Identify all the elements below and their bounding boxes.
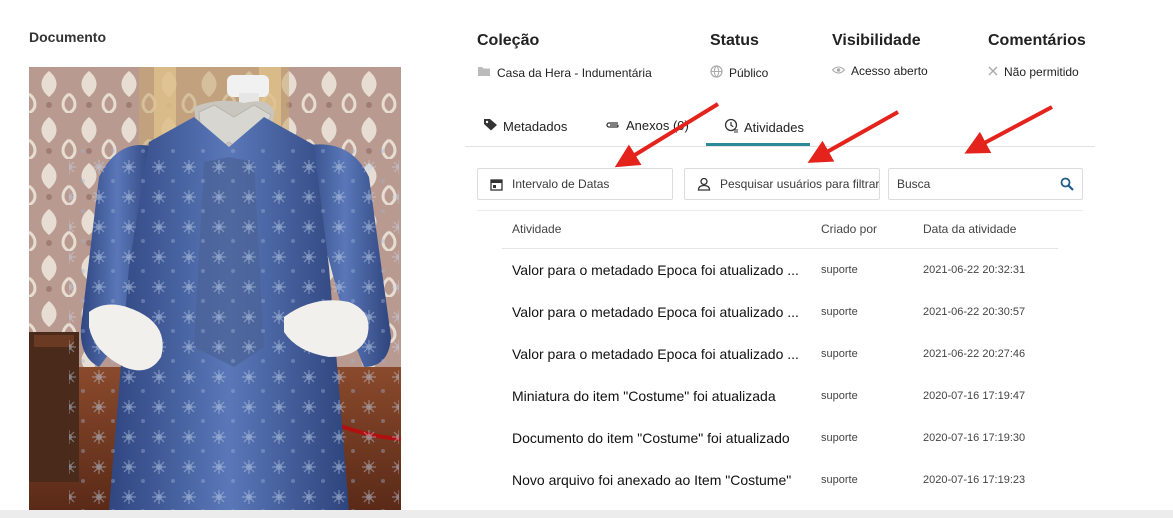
document-image[interactable] bbox=[29, 67, 401, 510]
tab-atividades[interactable]: Atividades bbox=[724, 118, 804, 136]
created-by-cell: suporte bbox=[821, 264, 858, 276]
user-search-input[interactable] bbox=[720, 177, 879, 191]
created-by-cell: suporte bbox=[821, 348, 858, 360]
collection-label: Coleção bbox=[477, 32, 540, 49]
table-row[interactable]: Valor para o metadado Epoca foi atualiza… bbox=[502, 262, 1058, 304]
status-meta: Status Público bbox=[710, 32, 768, 81]
status-label: Status bbox=[710, 32, 759, 49]
col-header-date: Data da atividade bbox=[923, 222, 1017, 236]
date-cell: 2020-07-16 17:19:30 bbox=[923, 432, 1026, 444]
created-by-cell: suporte bbox=[821, 306, 858, 318]
comments-meta: Comentários Não permitido bbox=[988, 32, 1086, 79]
tab-anexos-label: Anexos (0) bbox=[626, 118, 689, 133]
paperclip-icon bbox=[605, 118, 621, 133]
col-header-created-by: Criado por bbox=[821, 222, 878, 236]
tab-metadados[interactable]: Metadados bbox=[483, 118, 567, 134]
activity-cell: Valor para o metadado Epoca foi atualiza… bbox=[512, 262, 799, 278]
date-cell: 2020-07-16 17:19:23 bbox=[923, 474, 1026, 486]
visibility-meta: Visibilidade Acesso aberto bbox=[831, 32, 928, 78]
table-row[interactable]: Novo arquivo foi anexado ao Item "Costum… bbox=[502, 472, 1058, 514]
created-by-cell: suporte bbox=[821, 474, 858, 486]
date-cell: 2021-06-22 20:27:46 bbox=[923, 348, 1026, 360]
history-icon bbox=[724, 118, 739, 136]
user-filter-field[interactable] bbox=[684, 168, 880, 200]
visibility-value: Acesso aberto bbox=[851, 64, 928, 78]
tag-icon bbox=[483, 118, 498, 134]
search-input[interactable] bbox=[897, 177, 1054, 191]
document-title: Documento bbox=[29, 29, 106, 45]
date-cell: 2021-06-22 20:30:57 bbox=[923, 306, 1026, 318]
bottom-scrollbar[interactable] bbox=[0, 510, 1173, 518]
status-value: Público bbox=[729, 66, 769, 80]
comments-label: Comentários bbox=[988, 32, 1086, 49]
tab-anexos[interactable]: Anexos (0) bbox=[605, 118, 689, 133]
tab-atividades-label: Atividades bbox=[744, 119, 804, 135]
search-field[interactable] bbox=[888, 168, 1083, 200]
date-cell: 2021-06-22 20:32:31 bbox=[923, 264, 1026, 276]
collection-value[interactable]: Casa da Hera - Indumentária bbox=[497, 66, 652, 80]
activity-cell: Valor para o metadado Epoca foi atualiza… bbox=[512, 304, 799, 320]
activity-cell: Novo arquivo foi anexado ao Item "Costum… bbox=[512, 472, 792, 488]
activity-cell: Documento do item "Costume" foi atualiza… bbox=[512, 430, 790, 446]
date-range-label: Intervalo de Datas bbox=[512, 177, 610, 191]
filters-divider bbox=[477, 210, 1083, 211]
collection-meta: Coleção Casa da Hera - Indumentária bbox=[477, 32, 652, 80]
user-icon bbox=[697, 177, 711, 191]
date-range-picker[interactable]: Intervalo de Datas bbox=[477, 168, 673, 200]
table-row[interactable]: Valor para o metadado Epoca foi atualiza… bbox=[502, 346, 1058, 388]
tab-metadados-label: Metadados bbox=[503, 118, 568, 134]
globe-icon bbox=[710, 65, 723, 81]
table-row[interactable]: Miniatura do item "Costume" foi atualiza… bbox=[502, 388, 1058, 430]
activity-cell: Miniatura do item "Costume" foi atualiza… bbox=[512, 388, 776, 404]
table-row[interactable]: Valor para o metadado Epoca foi atualiza… bbox=[502, 304, 1058, 346]
created-by-cell: suporte bbox=[821, 390, 858, 402]
search-icon[interactable] bbox=[1060, 177, 1074, 191]
eye-icon bbox=[831, 64, 846, 78]
activity-cell: Valor para o metadado Epoca foi atualiza… bbox=[512, 346, 799, 362]
date-cell: 2020-07-16 17:19:47 bbox=[923, 390, 1026, 402]
folder-icon bbox=[477, 65, 491, 80]
visibility-label: Visibilidade bbox=[832, 32, 921, 49]
close-icon bbox=[988, 65, 998, 79]
comments-value: Não permitido bbox=[1004, 65, 1079, 79]
table-header-divider bbox=[502, 248, 1058, 249]
active-tab-indicator bbox=[706, 143, 810, 146]
col-header-activity: Atividade bbox=[512, 222, 562, 236]
created-by-cell: suporte bbox=[821, 432, 858, 444]
calendar-icon bbox=[490, 178, 503, 191]
table-row[interactable]: Documento do item "Costume" foi atualiza… bbox=[502, 430, 1058, 472]
